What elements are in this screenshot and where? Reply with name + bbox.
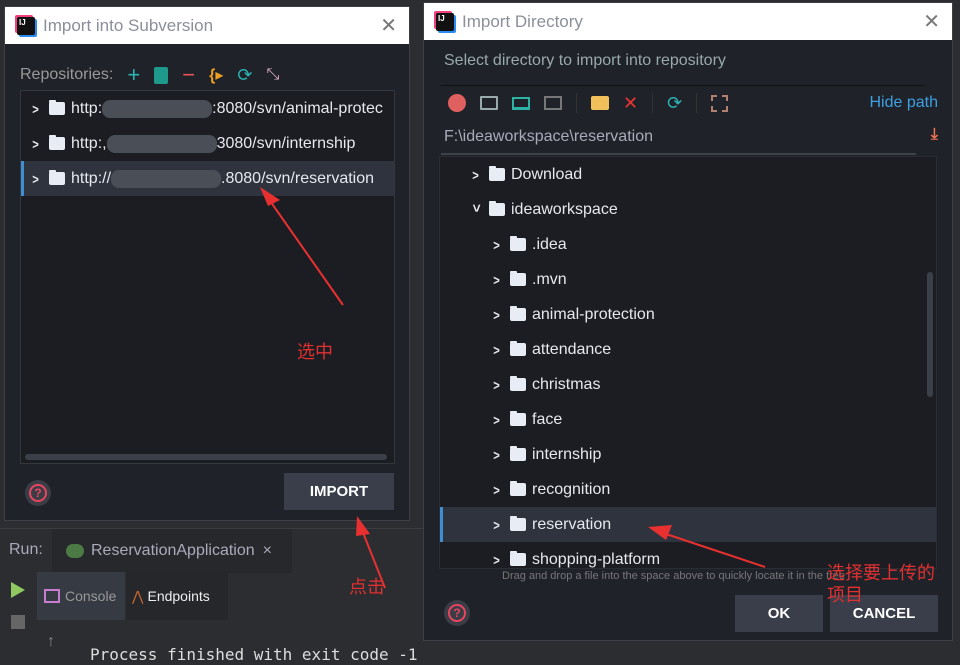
- arrow-select: [260, 187, 344, 306]
- annotation-click: 点击: [349, 577, 385, 598]
- arrow-choose: [648, 525, 766, 568]
- annotation-select: 选中: [297, 342, 333, 363]
- annotation-arrows: [260, 187, 766, 589]
- annotation-choose-project: 选择要上传的项目: [827, 563, 935, 606]
